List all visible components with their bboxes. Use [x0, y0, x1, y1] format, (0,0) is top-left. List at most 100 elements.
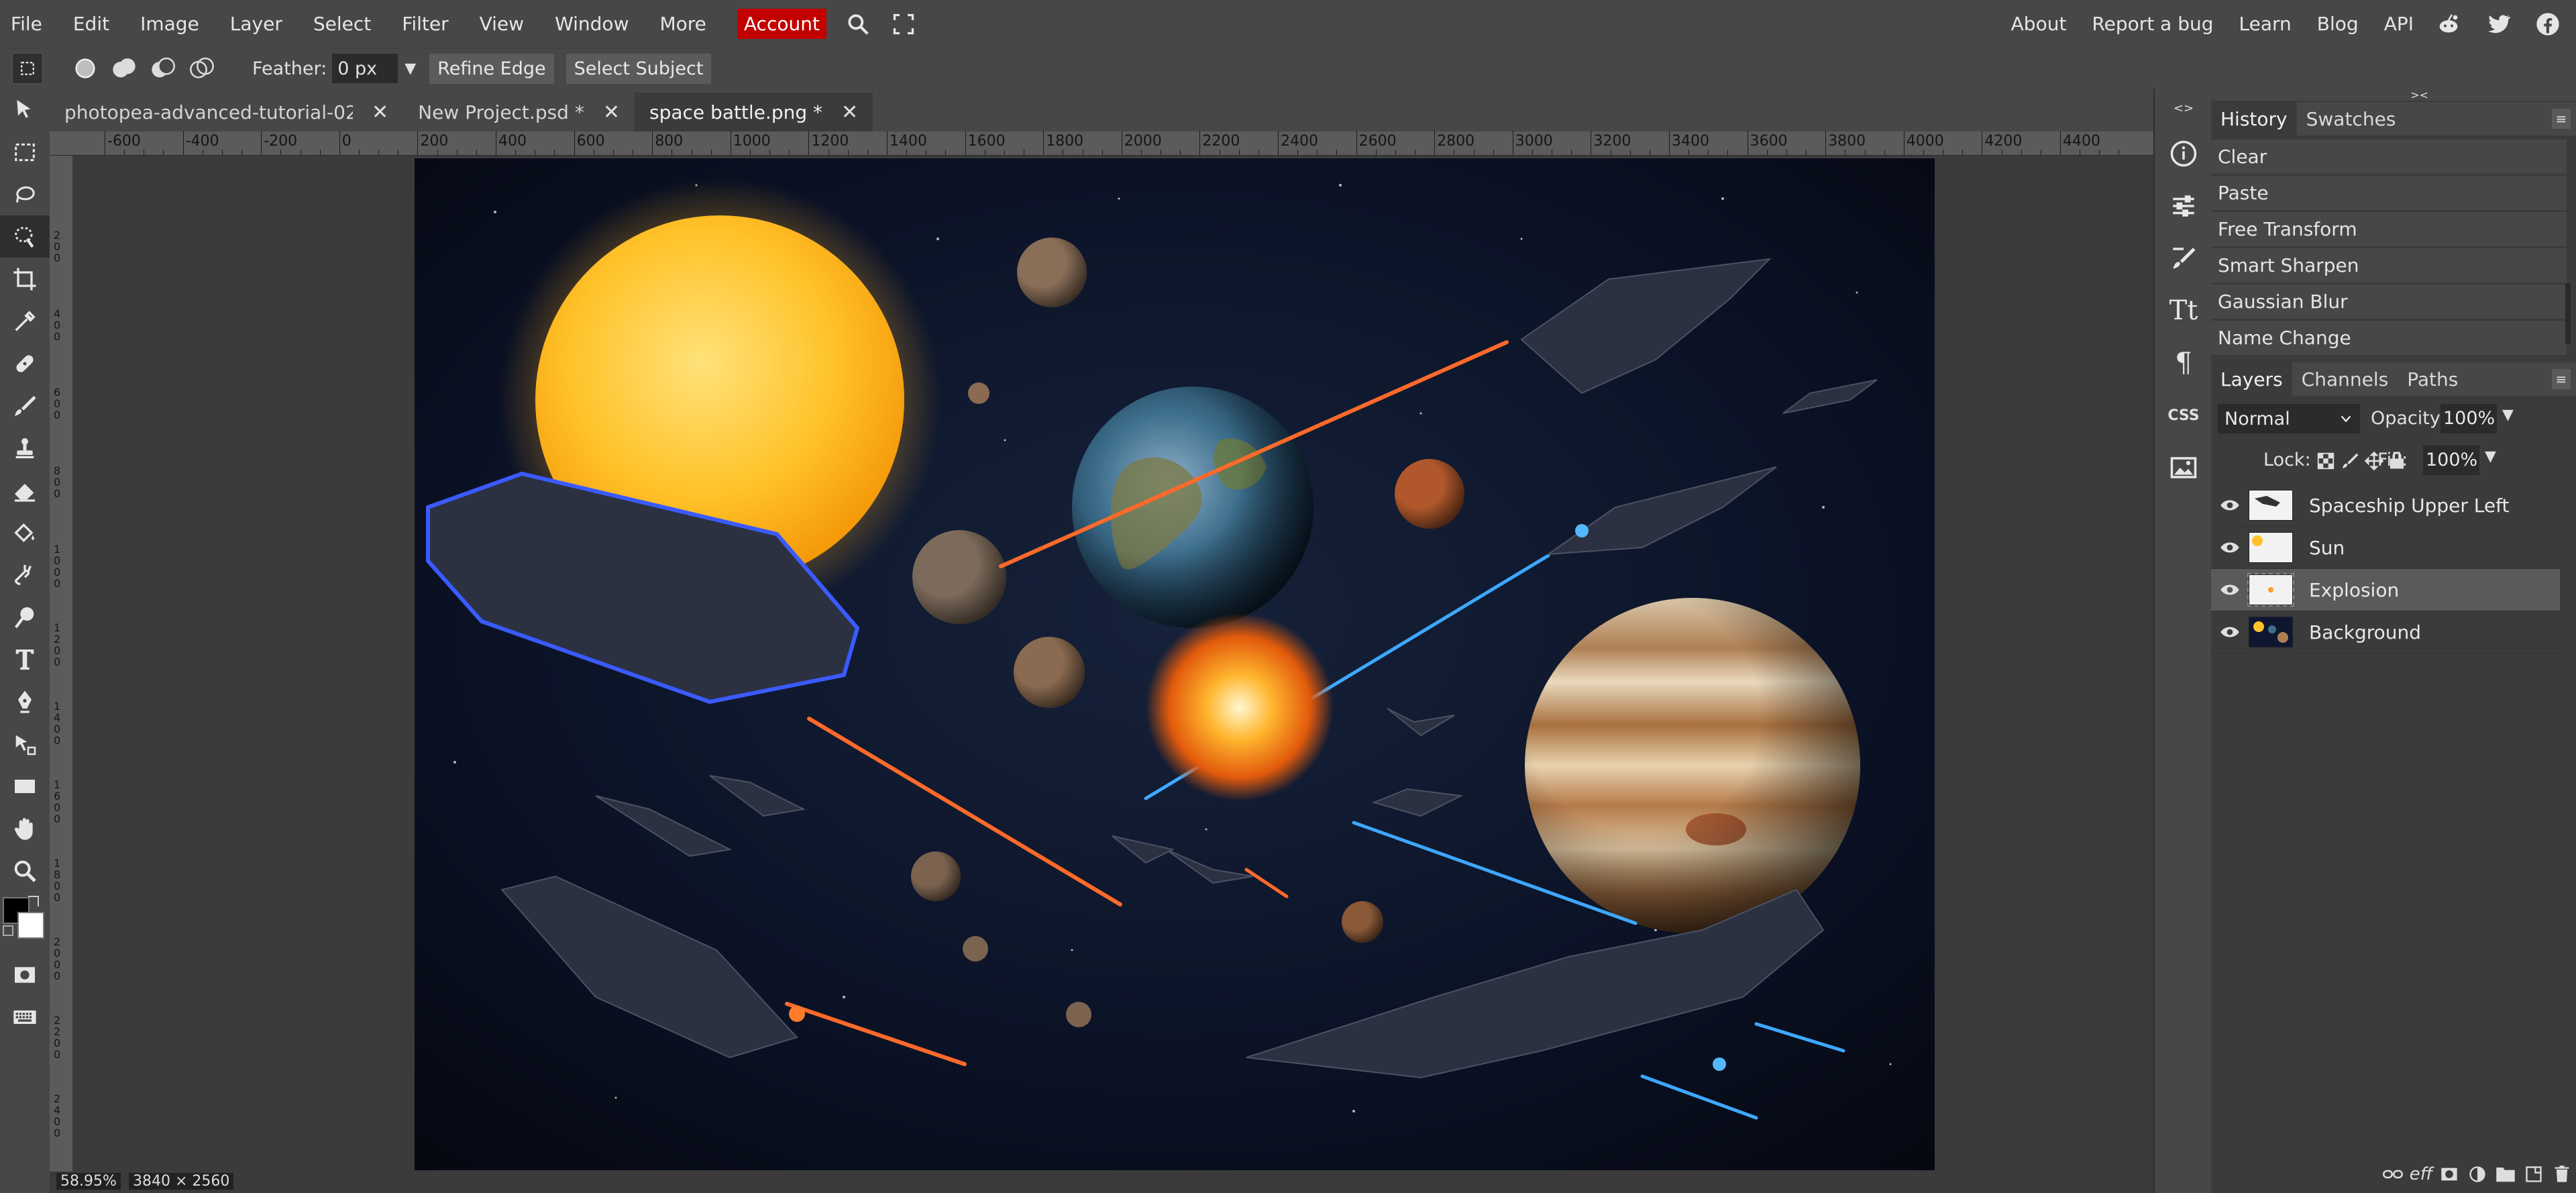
layer-row[interactable]: Background — [2211, 611, 2560, 654]
history-item[interactable]: Clear — [2211, 140, 2567, 176]
new-layer-icon[interactable] — [2520, 1158, 2548, 1190]
background-color-swatch[interactable] — [17, 912, 44, 939]
menu-layer[interactable]: Layer — [230, 13, 282, 35]
feather-input[interactable] — [332, 54, 398, 83]
twitter-icon[interactable] — [2483, 9, 2513, 39]
layer-row[interactable]: Spaceship Upper Left — [2211, 484, 2560, 527]
canvas-image[interactable] — [415, 158, 1935, 1170]
eye-icon[interactable] — [2211, 583, 2249, 596]
ruler-left[interactable]: 200 400 600 800 1000 1200 1400 1600 1800 2000 2200… — [50, 156, 72, 1172]
adjustment-layer-icon[interactable] — [2463, 1158, 2491, 1190]
fill-dropdown-icon[interactable]: ▼ — [2485, 448, 2496, 465]
dodge-tool-icon[interactable] — [0, 596, 50, 638]
history-item[interactable]: Gaussian Blur — [2211, 284, 2567, 321]
marquee-tool-icon[interactable] — [0, 131, 50, 173]
feather-dropdown-icon[interactable]: ▼ — [405, 60, 416, 77]
select-subject-button[interactable]: Select Subject — [566, 53, 712, 84]
learn-link[interactable]: Learn — [2239, 13, 2292, 35]
eye-icon[interactable] — [2211, 499, 2249, 512]
clone-stamp-tool-icon[interactable] — [0, 427, 50, 469]
tab-channels[interactable]: Channels — [2292, 362, 2398, 396]
keyboard-icon[interactable] — [0, 996, 50, 1038]
search-icon[interactable] — [844, 10, 872, 38]
tab-space-battle[interactable]: space battle.png * ✕ — [635, 93, 873, 132]
tab-photopea-tutorial[interactable]: photopea-advanced-tutorial-02-pro ✕ — [50, 93, 404, 132]
zoom-level[interactable]: 58.95% — [56, 1173, 121, 1190]
tab-paths[interactable]: Paths — [2398, 362, 2467, 396]
blend-mode-select[interactable]: Normal — [2218, 404, 2360, 433]
quick-selection-tool-icon[interactable] — [0, 215, 50, 258]
paragraph-icon[interactable]: ¶ — [2155, 337, 2212, 389]
history-item[interactable]: Smart Sharpen — [2211, 248, 2567, 284]
layer-row[interactable]: Explosion — [2211, 569, 2560, 611]
tab-history[interactable]: History — [2211, 102, 2297, 136]
healing-brush-tool-icon[interactable] — [0, 342, 50, 384]
selection-intersect-icon[interactable] — [186, 53, 217, 84]
eraser-tool-icon[interactable] — [0, 469, 50, 511]
hand-tool-icon[interactable] — [0, 807, 50, 849]
selection-add-icon[interactable] — [109, 53, 140, 84]
menu-filter[interactable]: Filter — [402, 13, 448, 35]
swap-colors-icon[interactable] — [28, 896, 39, 906]
lock-pixels-icon[interactable] — [2340, 451, 2360, 474]
selection-subtract-icon[interactable] — [148, 53, 178, 84]
link-layers-icon[interactable] — [2379, 1158, 2407, 1190]
menu-more[interactable]: More — [659, 13, 706, 35]
account-button[interactable]: Account — [737, 9, 826, 39]
history-item[interactable]: Paste — [2211, 176, 2567, 212]
lock-transparency-icon[interactable] — [2316, 451, 2336, 474]
report-bug-link[interactable]: Report a bug — [2092, 13, 2213, 35]
ruler-top[interactable]: -600 -400 -200 0 200 400 600 800 1000 1200 1400 160… — [50, 131, 2153, 156]
layer-row[interactable]: Sun — [2211, 527, 2560, 569]
tab-layers[interactable]: Layers — [2211, 362, 2292, 396]
close-icon[interactable]: ✕ — [841, 101, 858, 124]
adjustments-icon[interactable] — [2155, 180, 2212, 232]
default-colors-icon[interactable] — [3, 925, 13, 936]
menu-image[interactable]: Image — [140, 13, 199, 35]
selection-new-icon[interactable] — [70, 53, 101, 84]
info-icon[interactable] — [2155, 127, 2212, 180]
panel-menu-icon[interactable]: ≡ — [2552, 369, 2571, 389]
rectangle-tool-icon[interactable] — [0, 765, 50, 807]
move-tool-icon[interactable] — [0, 89, 50, 131]
close-icon[interactable]: ✕ — [372, 101, 388, 124]
type-tool-icon[interactable] — [0, 638, 50, 680]
path-selection-tool-icon[interactable] — [0, 723, 50, 765]
new-folder-icon[interactable] — [2491, 1158, 2520, 1190]
pen-tool-icon[interactable] — [0, 680, 50, 723]
character-icon[interactable]: Tt — [2155, 284, 2212, 337]
image-icon[interactable] — [2155, 442, 2212, 494]
quick-mask-icon[interactable] — [0, 953, 50, 996]
eye-icon[interactable] — [2211, 625, 2249, 639]
crop-tool-icon[interactable] — [0, 258, 50, 300]
close-icon[interactable]: ✕ — [603, 101, 620, 124]
smudge-tool-icon[interactable] — [0, 554, 50, 596]
reddit-icon[interactable] — [2434, 9, 2463, 39]
blog-link[interactable]: Blog — [2317, 13, 2359, 35]
tab-new-project[interactable]: New Project.psd * ✕ — [403, 93, 635, 132]
paint-bucket-tool-icon[interactable] — [0, 511, 50, 554]
add-mask-icon[interactable] — [2435, 1158, 2463, 1190]
opacity-dropdown-icon[interactable]: ▼ — [2502, 407, 2514, 423]
panel-menu-icon[interactable]: ≡ — [2552, 109, 2571, 129]
refine-edge-button[interactable]: Refine Edge — [429, 53, 554, 84]
history-scrollbar[interactable] — [2565, 283, 2571, 344]
css-icon[interactable]: CSS — [2155, 389, 2212, 442]
layer-effects-icon[interactable]: eff — [2407, 1158, 2435, 1190]
workspace[interactable] — [72, 156, 2153, 1172]
menu-window[interactable]: Window — [555, 13, 629, 35]
fullscreen-icon[interactable] — [890, 10, 918, 38]
menu-edit[interactable]: Edit — [73, 13, 109, 35]
history-item[interactable]: Free Transform — [2211, 212, 2567, 248]
menu-view[interactable]: View — [480, 13, 524, 35]
collapse-arrows-icon[interactable]: <> — [2155, 89, 2212, 127]
expand-panels-icon[interactable]: >< — [2211, 89, 2576, 101]
delete-layer-icon[interactable] — [2548, 1158, 2576, 1190]
facebook-icon[interactable] — [2533, 9, 2563, 39]
menu-file[interactable]: File — [11, 13, 42, 35]
eye-icon[interactable] — [2211, 541, 2249, 554]
fill-input[interactable]: 100% — [2423, 446, 2479, 475]
menu-select[interactable]: Select — [313, 13, 371, 35]
eyedropper-tool-icon[interactable] — [0, 300, 50, 342]
api-link[interactable]: API — [2384, 13, 2414, 35]
